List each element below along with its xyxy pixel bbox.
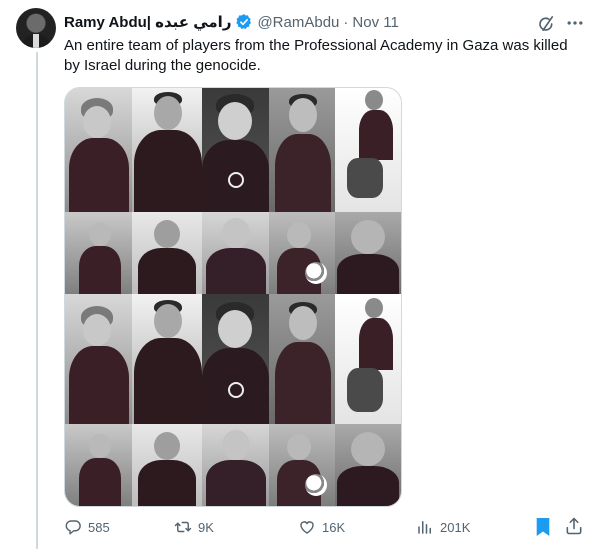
more-icon[interactable] [564,13,586,33]
like-icon [300,521,314,534]
separator-dot: · [343,13,349,31]
avatar-shirt [33,34,39,48]
views-icon [418,521,431,534]
photo-tile [335,88,401,212]
photo-tile [65,88,132,212]
photo-tile [269,294,335,424]
thread-line [36,52,38,549]
grok-icon[interactable] [536,14,556,34]
bookmark-icon[interactable] [534,517,552,537]
photo-tile [132,424,202,506]
reply-button[interactable]: 585 [64,516,110,538]
photo-tile [202,424,269,506]
photo-tile [335,424,401,506]
avatar[interactable] [16,8,56,48]
photo-tile [132,212,202,294]
like-count: 16K [322,519,346,535]
author-name[interactable]: Ramy Abdu| رامي عبده [64,13,231,31]
photo-tile [132,88,202,212]
photo-tile [269,424,335,506]
author-handle[interactable]: @RamAbdu [257,14,339,31]
reply-count: 585 [88,519,110,535]
like-button[interactable]: 16K [298,516,345,538]
photo-tile [65,424,132,506]
views-count: 201K [440,519,471,535]
post-text: An entire team of players from the Profe… [64,37,568,74]
repost-count: 9K [198,519,214,535]
action-bar: 585 9K 16K 201K [64,516,582,538]
photo-tile [335,294,401,424]
photo-tile [202,294,269,424]
post-image[interactable] [64,87,402,507]
photo-tile [65,212,132,294]
photo-tile [202,88,269,212]
repost-button[interactable]: 9K [174,516,214,538]
photo-tile [202,212,269,294]
verified-badge-icon [236,14,252,30]
photo-tile [269,88,335,212]
photo-tile [132,294,202,424]
photo-tile [269,212,335,294]
repost-icon [174,521,192,533]
post-date[interactable]: Nov 11 [352,14,398,31]
views-button[interactable]: 201K [416,516,470,538]
photo-tile [65,294,132,424]
reply-icon [65,520,81,535]
post-header: Ramy Abdu| رامي عبده @RamAbdu · Nov 11 [64,11,582,33]
share-icon[interactable] [564,516,584,536]
photo-tile [335,212,401,294]
